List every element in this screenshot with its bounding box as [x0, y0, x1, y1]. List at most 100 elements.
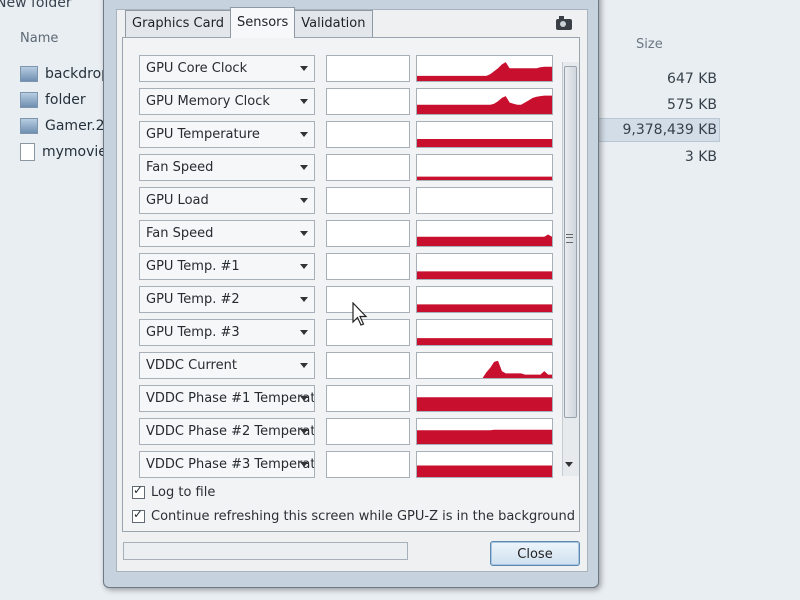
close-button[interactable]: Close — [490, 541, 580, 566]
sensor-value — [326, 385, 410, 412]
sensor-graph — [416, 451, 553, 478]
sensor-name-label: VDDC Phase #3 Temperature — [146, 457, 315, 472]
sensor-graph-svg — [417, 360, 552, 378]
sensor-name-label: GPU Load — [146, 193, 209, 208]
chevron-down-icon — [300, 165, 308, 170]
chevron-down-icon — [300, 330, 308, 335]
sensor-graph-svg — [417, 139, 552, 147]
tab-graphics-card[interactable]: Graphics Card — [125, 10, 231, 37]
file-size: 3 KB — [684, 149, 717, 165]
sensor-scrollbar[interactable] — [562, 62, 579, 476]
sensor-value — [326, 451, 410, 478]
sensor-value — [326, 319, 410, 346]
sensor-graph — [416, 55, 553, 82]
sensor-name-dropdown[interactable]: VDDC Phase #3 Temperature — [139, 451, 315, 478]
file-size: 575 KB — [667, 97, 717, 113]
sensor-value — [326, 187, 410, 214]
sensor-graph — [416, 154, 553, 181]
file-item[interactable]: mymovie — [20, 141, 110, 163]
sensor-graph-svg — [417, 188, 552, 213]
sensor-name-dropdown[interactable]: GPU Core Clock — [139, 55, 315, 82]
file-item[interactable]: Gamer.20 — [20, 115, 110, 137]
sensor-row: Fan Speed — [139, 220, 559, 247]
sensor-graph-area — [417, 429, 552, 444]
file-item[interactable]: backdrop — [20, 63, 110, 85]
sensor-row: VDDC Phase #1 Temperature — [139, 385, 559, 412]
image-file-icon — [20, 66, 38, 82]
scroll-down-arrow-icon[interactable] — [565, 462, 573, 467]
column-header-name[interactable]: Name — [20, 31, 58, 46]
sensor-graph-svg — [417, 271, 552, 279]
sensor-name-dropdown[interactable]: GPU Memory Clock — [139, 88, 315, 115]
sensor-name-dropdown[interactable]: GPU Temp. #2 — [139, 286, 315, 313]
mouse-cursor-icon — [352, 302, 368, 326]
chevron-down-icon — [300, 297, 308, 302]
sensor-graph — [416, 319, 553, 346]
image-file-icon — [20, 118, 38, 134]
sensor-name-dropdown[interactable]: GPU Load — [139, 187, 315, 214]
sensor-name-label: GPU Core Clock — [146, 61, 248, 76]
continue-refresh-checkbox[interactable] — [132, 507, 145, 523]
sensor-name-dropdown[interactable]: GPU Temperature — [139, 121, 315, 148]
sensor-value — [326, 253, 410, 280]
sensor-row: GPU Temp. #3 — [139, 319, 559, 346]
file-name: Gamer.20 — [45, 118, 110, 134]
chevron-down-icon — [300, 363, 308, 368]
sensor-graph-area — [417, 338, 552, 345]
sensor-graph-area — [417, 465, 552, 477]
sensor-name-dropdown[interactable]: VDDC Phase #2 Temperature — [139, 418, 315, 445]
folder-title: New folder — [0, 0, 72, 11]
file-size: 9,378,439 KB — [622, 122, 718, 138]
sensor-name-label: GPU Temp. #3 — [146, 325, 240, 340]
sensor-graph — [416, 187, 553, 214]
sensor-name-dropdown[interactable]: VDDC Phase #1 Temperature — [139, 385, 315, 412]
sensor-name-dropdown[interactable]: GPU Temp. #1 — [139, 253, 315, 280]
sensor-name-dropdown[interactable]: Fan Speed — [139, 154, 315, 181]
tab-strip: Graphics Card Sensors Validation — [125, 7, 373, 38]
log-to-file-checkbox[interactable] — [132, 483, 145, 499]
sensor-name-label: Fan Speed — [146, 160, 214, 175]
sensor-value — [326, 220, 410, 247]
sensor-name-dropdown[interactable]: GPU Temp. #3 — [139, 319, 315, 346]
column-header-size[interactable]: Size — [636, 37, 663, 52]
sensor-graph-svg — [417, 338, 552, 345]
chevron-down-icon — [300, 99, 308, 104]
tab-sensors[interactable]: Sensors — [229, 7, 296, 38]
sensor-row: VDDC Phase #2 Temperature — [139, 418, 559, 445]
sensor-graph-svg — [417, 465, 552, 477]
sensor-graph-area — [417, 397, 552, 411]
camera-icon[interactable] — [556, 16, 572, 30]
sensor-graph-area — [417, 360, 552, 378]
continue-refresh-label: Continue refreshing this screen while GP… — [151, 508, 575, 524]
sensor-name-label: VDDC Phase #2 Temperature — [146, 424, 315, 439]
sensor-graph-svg — [417, 62, 552, 81]
continue-refresh-row[interactable]: Continue refreshing this screen while GP… — [132, 507, 575, 525]
log-to-file-label: Log to file — [151, 484, 216, 500]
sensor-name-label: GPU Temp. #1 — [146, 259, 240, 274]
log-to-file-row[interactable]: Log to file — [132, 483, 215, 501]
sensor-row: GPU Core Clock — [139, 55, 559, 82]
sensor-graph-area — [417, 234, 552, 246]
sensor-value — [326, 121, 410, 148]
sensor-row: VDDC Current — [139, 352, 559, 379]
chevron-down-icon — [300, 429, 308, 434]
sensor-graph — [416, 121, 553, 148]
sensor-name-dropdown[interactable]: VDDC Current — [139, 352, 315, 379]
sensor-row: GPU Temp. #2 — [139, 286, 559, 313]
sensor-graph-svg — [417, 304, 552, 312]
chevron-down-icon — [300, 264, 308, 269]
file-item[interactable]: folder — [20, 89, 110, 111]
sensor-value — [326, 55, 410, 82]
sensor-graph-area — [417, 139, 552, 147]
image-file-icon — [20, 92, 38, 108]
file-name: folder — [45, 92, 86, 108]
sensor-name-dropdown[interactable]: Fan Speed — [139, 220, 315, 247]
chevron-down-icon — [300, 462, 308, 467]
sensor-value — [326, 286, 410, 313]
tab-validation[interactable]: Validation — [294, 10, 373, 37]
status-bar — [123, 542, 408, 560]
sensor-row: GPU Temp. #1 — [139, 253, 559, 280]
chevron-down-icon — [300, 198, 308, 203]
chevron-down-icon — [300, 231, 308, 236]
sensor-graph — [416, 253, 553, 280]
